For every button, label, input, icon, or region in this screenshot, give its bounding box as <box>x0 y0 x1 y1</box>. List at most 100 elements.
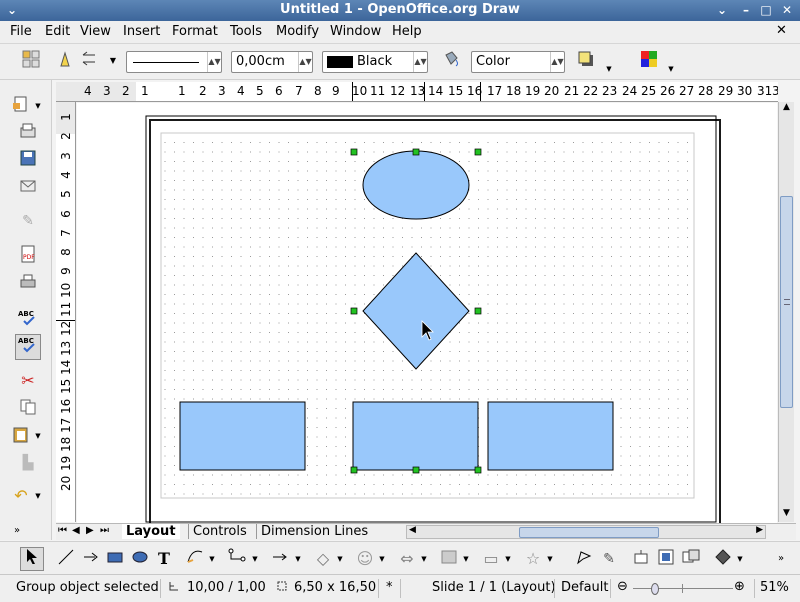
ellipse-tool-icon[interactable] <box>129 548 151 570</box>
symbol-shapes-icon[interactable]: ☺ <box>354 548 376 570</box>
menu-format[interactable]: Format <box>172 24 218 39</box>
flowchart-dropdown-icon[interactable]: ▼ <box>460 548 472 570</box>
arrow-style-dropdown-icon[interactable]: ▼ <box>102 50 124 72</box>
print-icon[interactable] <box>17 273 39 295</box>
zoom-thumb[interactable] <box>651 583 659 595</box>
autospellcheck-icon[interactable]: ABC <box>15 334 41 360</box>
horizontal-ruler[interactable]: 4 3 2 1 1 2 3 4 5 6 7 8 9 10 11 12 13 14 15 16 17 18 19 20 21 22 2… <box>56 82 778 102</box>
text-tool-icon[interactable]: T <box>153 548 175 570</box>
block-arrows-icon[interactable]: ⇔ <box>396 548 418 570</box>
ellipse-shape[interactable] <box>362 150 470 220</box>
line-tool-icon[interactable] <box>55 548 77 570</box>
new-dropdown-icon[interactable]: ▼ <box>32 95 44 117</box>
connector-dropdown-icon[interactable]: ▼ <box>249 548 261 570</box>
zoom-in-icon[interactable]: ⊕ <box>734 579 745 594</box>
arrow-style-icon[interactable] <box>78 50 100 72</box>
block-arrows-dropdown-icon[interactable]: ▼ <box>418 548 430 570</box>
page-layout-name[interactable]: Default <box>561 580 609 595</box>
export-pdf-icon[interactable]: PDF <box>17 245 39 267</box>
line-width-field[interactable]: 0,00cm ▲▼ <box>231 51 313 73</box>
rectangle-middle[interactable] <box>352 401 479 471</box>
zoom-value[interactable]: 51% <box>760 580 789 595</box>
shade-icon[interactable]: ⌄ <box>714 3 730 18</box>
scroll-right-icon[interactable]: ▶ <box>756 525 763 535</box>
basic-shapes-icon[interactable]: ◇ <box>312 548 334 570</box>
tab-first-icon[interactable]: ⏮ <box>58 525 67 536</box>
spellcheck-icon[interactable]: ABC <box>17 308 39 330</box>
tab-next-icon[interactable]: ▶ <box>86 525 94 536</box>
menu-view[interactable]: View <box>80 24 111 39</box>
line-style-select[interactable]: ▲▼ <box>126 51 222 73</box>
points-icon[interactable] <box>573 548 595 570</box>
zoom-out-icon[interactable]: ⊖ <box>617 579 628 594</box>
email-icon[interactable] <box>17 176 39 198</box>
new-document-icon[interactable] <box>10 95 32 117</box>
menu-file[interactable]: File <box>10 24 32 39</box>
menu-tools[interactable]: Tools <box>230 24 262 39</box>
lines-arrows-dropdown-icon[interactable]: ▼ <box>292 548 304 570</box>
rectangle-tool-icon[interactable] <box>104 548 126 570</box>
minimize-icon[interactable]: – <box>738 3 754 18</box>
tab-controls[interactable]: Controls <box>188 524 251 539</box>
open-icon[interactable] <box>17 122 39 144</box>
menu-edit[interactable]: Edit <box>45 24 70 39</box>
color-grid-icon[interactable] <box>638 50 660 72</box>
select-tool-icon[interactable] <box>20 547 44 571</box>
scroll-up-icon[interactable]: ▲ <box>779 102 794 116</box>
toolbar-overflow-icon[interactable]: » <box>6 520 28 542</box>
line-arrow-tool-icon[interactable] <box>80 548 102 570</box>
undo-icon[interactable]: ↶ <box>10 485 32 507</box>
rectangle-right[interactable] <box>487 401 614 471</box>
maximize-icon[interactable]: □ <box>758 3 774 18</box>
styles-icon[interactable] <box>20 50 42 72</box>
edit-file-icon[interactable]: ✎ <box>17 210 39 232</box>
tab-layout[interactable]: Layout <box>122 524 180 539</box>
curve-tool-icon[interactable] <box>184 548 206 570</box>
callouts-icon[interactable]: ▭ <box>480 548 502 570</box>
connector-tool-icon[interactable] <box>226 548 248 570</box>
vertical-ruler[interactable]: 1 2 3 4 5 6 7 8 9 10 11 12 13 14 15 16 17 18 19 20 <box>56 102 76 522</box>
scroll-down-icon[interactable]: ▼ <box>779 508 794 522</box>
flowchart-icon[interactable] <box>438 548 460 570</box>
gallery-icon[interactable] <box>680 548 702 570</box>
symbol-shapes-dropdown-icon[interactable]: ▼ <box>376 548 388 570</box>
shadow-dropdown-icon[interactable]: ▼ <box>598 58 620 80</box>
area-style-select[interactable]: Color ▲▼ <box>471 51 565 73</box>
vertical-scrollbar[interactable]: ▲ ▼ <box>778 102 794 522</box>
stars-icon[interactable]: ☆ <box>522 548 544 570</box>
tab-dimension-lines[interactable]: Dimension Lines <box>256 524 372 539</box>
scroll-thumb[interactable] <box>780 196 793 408</box>
paste-dropdown-icon[interactable]: ▼ <box>32 425 44 447</box>
stars-dropdown-icon[interactable]: ▼ <box>544 548 556 570</box>
toolbar-overflow-icon[interactable]: » <box>770 548 792 570</box>
tab-last-icon[interactable]: ⏭ <box>100 525 109 536</box>
clone-formatting-icon[interactable]: ▙ <box>17 452 39 474</box>
lines-arrows-tool-icon[interactable] <box>269 548 291 570</box>
scroll-left-icon[interactable]: ◀ <box>409 525 416 535</box>
horizontal-scrollbar[interactable]: ◀ ▶ <box>406 525 766 539</box>
scroll-thumb[interactable] <box>519 527 659 538</box>
menu-help[interactable]: Help <box>392 24 422 39</box>
callouts-dropdown-icon[interactable]: ▼ <box>502 548 514 570</box>
fontwork-icon[interactable] <box>630 548 652 570</box>
save-icon[interactable] <box>17 149 39 171</box>
zoom-slider[interactable]: ⊖ ⊕ <box>617 579 749 596</box>
curve-dropdown-icon[interactable]: ▼ <box>206 548 218 570</box>
close-window-icon[interactable]: ✕ <box>779 3 795 18</box>
tab-prev-icon[interactable]: ◀ <box>72 525 80 536</box>
extrusion-icon[interactable] <box>712 548 734 570</box>
basic-shapes-dropdown-icon[interactable]: ▼ <box>334 548 346 570</box>
line-icon[interactable] <box>54 50 76 72</box>
menu-insert[interactable]: Insert <box>123 24 160 39</box>
glue-points-icon[interactable]: ✎ <box>598 548 620 570</box>
cut-icon[interactable]: ✂ <box>17 370 39 392</box>
from-file-icon[interactable] <box>655 548 677 570</box>
color-dropdown-icon[interactable]: ▼ <box>660 58 682 80</box>
area-fill-icon[interactable] <box>440 50 462 72</box>
spin-icon[interactable]: ▲▼ <box>298 52 312 72</box>
drawing-canvas[interactable] <box>77 103 777 523</box>
menu-modify[interactable]: Modify <box>276 24 319 39</box>
paste-icon[interactable] <box>10 425 32 447</box>
close-document-icon[interactable]: ✕ <box>776 23 787 38</box>
line-color-select[interactable]: Black ▲▼ <box>322 51 428 73</box>
